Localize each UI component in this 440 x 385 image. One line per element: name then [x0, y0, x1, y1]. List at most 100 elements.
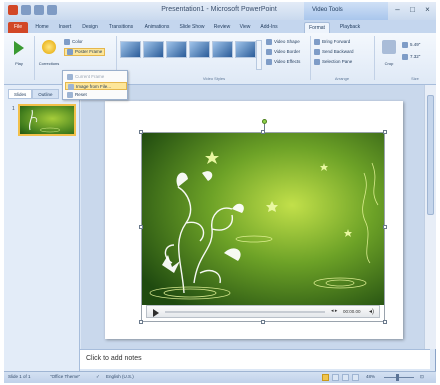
selection-pane-button[interactable]: Selection Pane — [314, 58, 352, 66]
send-backward-button[interactable]: Send Backward — [314, 48, 354, 56]
video-border-button[interactable]: Video Border — [266, 48, 300, 56]
group-separator — [34, 36, 35, 80]
gallery-scroll-arrows[interactable] — [256, 40, 262, 70]
corrections-button[interactable]: Corrections — [38, 37, 60, 73]
play-icon — [14, 41, 24, 55]
poster-frame-button[interactable]: Poster Frame — [64, 48, 106, 56]
resize-handle-bottom-right[interactable] — [383, 320, 387, 324]
height-field[interactable]: 5.49" — [402, 41, 420, 49]
window-title: Presentation1 - Microsoft PowerPoint — [161, 6, 277, 13]
send-backward-icon — [314, 49, 320, 55]
status-bar: Slide 1 of 1 "Office Theme" ✓ English (U… — [4, 371, 436, 383]
video-shape-button[interactable]: Video Shape — [266, 38, 300, 46]
close-icon[interactable]: × — [423, 5, 432, 14]
video-effects-label: Video Effects — [274, 59, 301, 64]
color-button[interactable]: Color — [64, 38, 83, 46]
resize-handle-left[interactable] — [139, 225, 143, 229]
scrollbar-thumb[interactable] — [427, 95, 434, 215]
video-play-icon[interactable] — [153, 309, 159, 317]
video-shape-label: Video Shape — [274, 39, 300, 44]
tab-animations[interactable]: Animations — [140, 22, 174, 33]
zoom-slider-knob[interactable] — [396, 374, 399, 381]
zoom-level[interactable]: 48% — [366, 374, 375, 379]
save-icon[interactable] — [21, 5, 31, 15]
spell-check-icon[interactable]: ✓ — [96, 374, 100, 380]
color-icon — [64, 39, 70, 45]
slide-show-icon[interactable] — [352, 374, 359, 381]
video-timeline[interactable] — [165, 311, 325, 313]
menu-item-label: Current Frame — [75, 74, 105, 79]
video-style-thumbnail[interactable] — [235, 41, 256, 58]
video-style-thumbnail[interactable] — [120, 41, 141, 58]
tab-slides[interactable]: Slides — [8, 89, 33, 99]
tab-file[interactable]: File — [8, 22, 28, 33]
video-time: 00:00.00 — [343, 309, 361, 314]
zoom-slider[interactable] — [384, 377, 414, 378]
fit-to-window-icon[interactable]: ⊡ — [420, 374, 424, 380]
tab-review[interactable]: Review — [210, 22, 234, 33]
current-frame-icon — [67, 74, 73, 80]
video-control-bar: ◂ ▸ 00:00.00 ◂) — [146, 305, 380, 318]
tab-design[interactable]: Design — [78, 22, 102, 33]
resize-handle-top-left[interactable] — [139, 130, 143, 134]
crop-button[interactable]: Crop — [378, 37, 400, 73]
tab-outline[interactable]: Outline — [32, 89, 59, 99]
slide-sorter-icon[interactable] — [332, 374, 339, 381]
video-object[interactable] — [141, 132, 385, 322]
resize-handle-top-right[interactable] — [383, 130, 387, 134]
corrections-label: Corrections — [38, 61, 60, 66]
bring-forward-button[interactable]: Bring Forward — [314, 38, 350, 46]
normal-view-icon[interactable] — [322, 374, 329, 381]
tab-transitions[interactable]: Transitions — [104, 22, 138, 33]
video-style-thumbnail[interactable] — [212, 41, 233, 58]
crop-icon — [382, 40, 396, 54]
thumbnail-art — [29, 109, 61, 133]
slide-thumbnail[interactable] — [18, 104, 76, 136]
send-backward-label: Send Backward — [322, 49, 354, 54]
notes-pane[interactable]: Click to add notes — [80, 349, 430, 369]
tab-home[interactable]: Home — [32, 22, 52, 33]
reading-view-icon[interactable] — [342, 374, 349, 381]
width-field[interactable]: 7.32" — [402, 53, 420, 61]
video-poster-frame — [142, 133, 384, 321]
minimize-icon[interactable]: – — [393, 5, 402, 14]
group-label-video-styles: Video Styles — [202, 76, 226, 81]
theme-name: "Office Theme" — [50, 374, 81, 379]
menu-item-reset[interactable]: Reset — [65, 91, 127, 99]
ribbon-tabs: File Home Insert Design Transitions Anim… — [4, 20, 436, 33]
seek-icon[interactable]: ◂ ▸ — [331, 308, 337, 314]
tab-add-ins[interactable]: Add-Ins — [256, 22, 282, 33]
play-button[interactable]: Play — [8, 37, 30, 73]
undo-icon[interactable] — [34, 5, 44, 15]
resize-handle-bottom-left[interactable] — [139, 320, 143, 324]
width-value: 7.32" — [410, 54, 421, 59]
resize-handle-top[interactable] — [261, 130, 265, 134]
tab-insert[interactable]: Insert — [54, 22, 76, 33]
title-bar: Video Tools Presentation1 - Microsoft Po… — [4, 2, 436, 20]
tab-view[interactable]: View — [236, 22, 254, 33]
video-effects-button[interactable]: Video Effects — [266, 58, 300, 66]
tab-playback[interactable]: Playback — [334, 22, 366, 33]
menu-item-image-from-file[interactable]: Image from File... — [65, 82, 127, 90]
rotation-handle[interactable] — [262, 119, 267, 124]
video-style-thumbnail[interactable] — [143, 41, 164, 58]
volume-icon[interactable]: ◂) — [369, 308, 374, 315]
maximize-icon[interactable]: □ — [408, 5, 417, 14]
window-controls: – □ × — [393, 5, 432, 14]
menu-item-label: Image from File... — [76, 84, 112, 89]
group-separator — [374, 36, 375, 80]
resize-handle-bottom[interactable] — [261, 320, 265, 324]
video-style-thumbnail[interactable] — [166, 41, 187, 58]
reset-icon — [67, 92, 73, 98]
language[interactable]: English (U.S.) — [106, 374, 134, 379]
vertical-scrollbar[interactable] — [424, 85, 436, 349]
tab-slide-show[interactable]: Slide Show — [176, 22, 208, 33]
redo-icon[interactable] — [47, 5, 57, 15]
tab-format[interactable]: Format — [304, 22, 330, 33]
image-from-file-icon — [68, 84, 74, 90]
group-label-size: Size — [411, 76, 419, 81]
video-style-thumbnail[interactable] — [189, 41, 210, 58]
resize-handle-right[interactable] — [383, 225, 387, 229]
video-shape-icon — [266, 39, 272, 45]
app-menu-icon[interactable] — [8, 5, 18, 15]
